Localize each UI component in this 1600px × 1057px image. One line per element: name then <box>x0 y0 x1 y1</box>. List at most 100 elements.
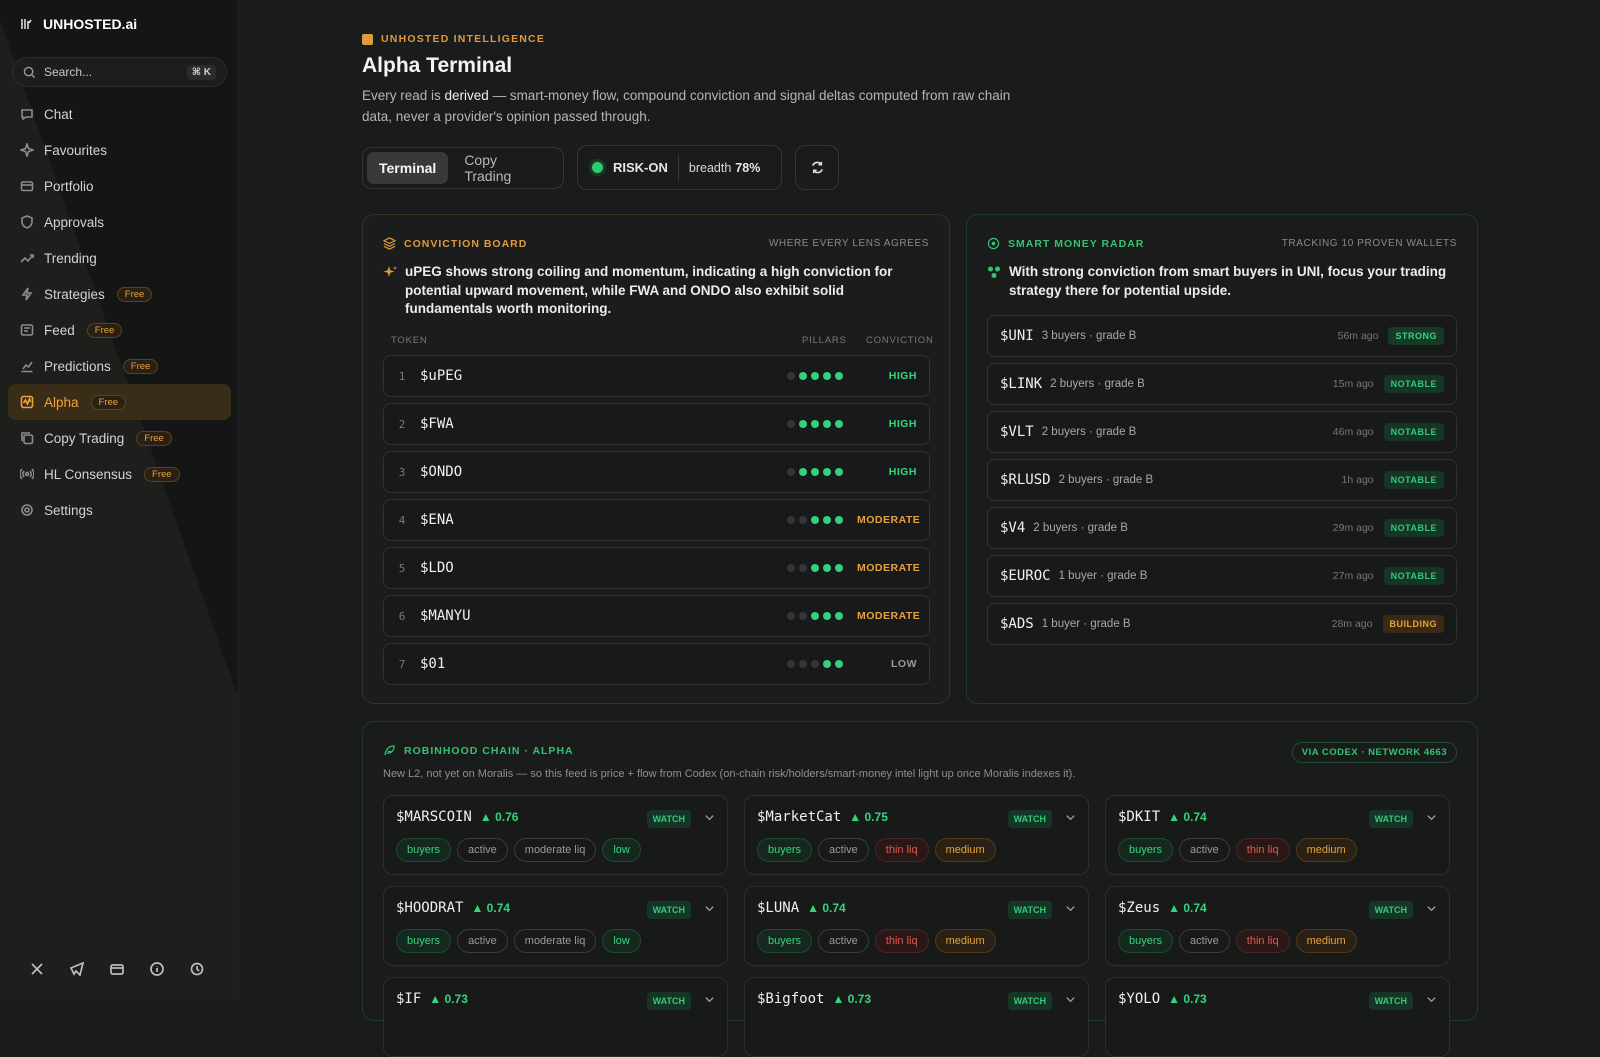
sidebar-item-predictions[interactable]: Predictions Free <box>8 348 231 384</box>
conviction-row[interactable]: 6 $MANYU MODERATE <box>383 595 930 637</box>
signal-chip: moderate liq <box>513 929 597 953</box>
signal-chips: buyers active thin liq medium <box>1118 838 1357 862</box>
free-badge: Free <box>116 286 153 302</box>
pillar-dot <box>799 564 807 572</box>
card-header: $LUNA ▲ 0.74 <box>757 900 846 916</box>
sidebar-item-chat[interactable]: Chat <box>8 96 231 132</box>
conviction-row[interactable]: 4 $ENA MODERATE <box>383 499 930 541</box>
wallet-icon[interactable] <box>108 960 126 978</box>
x-icon[interactable] <box>28 960 46 978</box>
token-card[interactable]: $Bigfoot ▲ 0.73 WATCH <box>744 977 1089 1057</box>
conviction-board: CONVICTION BOARD WHERE EVERY LENS AGREES… <box>362 214 950 704</box>
page-subtitle: Every read is derived — smart-money flow… <box>362 85 1022 127</box>
radar-row[interactable]: $VLT 2 buyers · grade B 46m ago NOTABLE <box>987 411 1457 453</box>
pillar-dot <box>811 660 819 668</box>
token-symbol: $uPEG <box>420 368 463 384</box>
token-card[interactable]: $IF ▲ 0.73 WATCH <box>383 977 728 1057</box>
token-symbol: $EUROC <box>1000 568 1051 584</box>
token-card[interactable]: $LUNA ▲ 0.74 WATCH buyers active thin liq medi… <box>744 886 1089 966</box>
pillar-dot <box>823 372 831 380</box>
pillar-dot <box>835 468 843 476</box>
signal-chip: low <box>602 929 641 953</box>
sidebar-item-strategies[interactable]: Strategies Free <box>8 276 231 312</box>
signal-chip: thin liq <box>874 838 929 862</box>
token-card[interactable]: $MARSCOIN ▲ 0.76 WATCH buyers active moderate… <box>383 795 728 875</box>
card-header: $MARSCOIN ▲ 0.76 <box>396 809 518 825</box>
token-symbol: $DKIT <box>1118 809 1161 825</box>
score: ▲ 0.76 <box>479 810 519 824</box>
chart-icon <box>20 359 34 373</box>
chevron-down-icon[interactable] <box>704 812 715 823</box>
signal-chip: buyers <box>757 838 813 862</box>
gear-icon <box>20 503 34 517</box>
pillar-dot <box>823 660 831 668</box>
pillar-dot <box>799 468 807 476</box>
timestamp: 46m ago <box>1332 426 1374 438</box>
tab-copy-trading[interactable]: Copy Trading <box>452 152 559 184</box>
refresh-icon <box>811 161 823 174</box>
radar-row[interactable]: $EUROC 1 buyer · grade B 27m ago NOTABLE <box>987 555 1457 597</box>
sidebar-item-alpha[interactable]: Alpha Free <box>8 384 231 420</box>
refresh-button[interactable] <box>795 145 839 190</box>
conviction-row[interactable]: 5 $LDO MODERATE <box>383 547 930 589</box>
buyer-meta: 3 buyers · grade B <box>1041 330 1137 342</box>
telegram-icon[interactable] <box>68 960 86 978</box>
score: ▲ 0.73 <box>832 992 872 1006</box>
watch-badge: WATCH <box>1007 810 1052 828</box>
sidebar-item-feed[interactable]: Feed Free <box>8 312 231 348</box>
conviction-row[interactable]: 7 $01 LOW <box>383 643 930 685</box>
breadth-label: breadth <box>688 160 732 175</box>
page-eyebrow: UNHOSTED INTELLIGENCE <box>362 33 545 45</box>
radar-row[interactable]: $UNI 3 buyers · grade B 56m ago STRONG <box>987 315 1457 357</box>
signal-chip: active <box>818 838 869 862</box>
sidebar-nav: Chat Favourites Portfolio Approvals Trending… <box>8 96 231 528</box>
chat-icon <box>20 107 34 121</box>
watch-badge: WATCH <box>1007 992 1052 1010</box>
card-header: $IF ▲ 0.73 <box>396 991 468 1007</box>
rank: 3 <box>398 465 406 479</box>
conviction-row[interactable]: 1 $uPEG HIGH <box>383 355 930 397</box>
timestamp: 1h ago <box>1341 474 1374 486</box>
sidebar-item-settings[interactable]: Settings <box>8 492 231 528</box>
radar-row[interactable]: $ADS 1 buyer · grade B 28m ago BUILDING <box>987 603 1457 645</box>
rank: 2 <box>398 417 406 431</box>
free-badge: Free <box>86 322 123 338</box>
sidebar-item-portfolio[interactable]: Portfolio <box>8 168 231 204</box>
chevron-down-icon[interactable] <box>1426 812 1437 823</box>
token-card[interactable]: $HOODRAT ▲ 0.74 WATCH buyers active moderate … <box>383 886 728 966</box>
watch-badge: WATCH <box>1368 901 1413 919</box>
token-card[interactable]: $MarketCat ▲ 0.75 WATCH buyers active thin li… <box>744 795 1089 875</box>
chevron-down-icon[interactable] <box>704 903 715 914</box>
signal-chip: active <box>818 929 869 953</box>
sidebar-item-approvals[interactable]: Approvals <box>8 204 231 240</box>
sidebar-item-favourites[interactable]: Favourites <box>8 132 231 168</box>
token-card[interactable]: $YOLO ▲ 0.73 WATCH <box>1105 977 1450 1057</box>
conviction-row[interactable]: 2 $FWA HIGH <box>383 403 930 445</box>
sidebar-item-hl-consensus[interactable]: HL Consensus Free <box>8 456 231 492</box>
token-card[interactable]: $DKIT ▲ 0.74 WATCH buyers active thin liq medi… <box>1105 795 1450 875</box>
pillar-dot <box>787 516 795 524</box>
conviction-level: HIGH <box>888 418 917 430</box>
tab-terminal[interactable]: Terminal <box>367 152 449 184</box>
breadth-value: 78% <box>735 160 761 175</box>
sidebar-item-trending[interactable]: Trending <box>8 240 231 276</box>
signal-chip: buyers <box>396 838 452 862</box>
info-icon[interactable] <box>148 960 166 978</box>
radar-row[interactable]: $LINK 2 buyers · grade B 15m ago NOTABLE <box>987 363 1457 405</box>
conviction-row[interactable]: 3 $ONDO HIGH <box>383 451 930 493</box>
radar-row[interactable]: $V4 2 buyers · grade B 29m ago NOTABLE <box>987 507 1457 549</box>
history-icon[interactable] <box>188 960 206 978</box>
card-header: $Zeus ▲ 0.74 <box>1118 900 1207 916</box>
radar-row[interactable]: $RLUSD 2 buyers · grade B 1h ago NOTABLE <box>987 459 1457 501</box>
token-card[interactable]: $Zeus ▲ 0.74 WATCH buyers active thin liq medi… <box>1105 886 1450 966</box>
card-header: $MarketCat ▲ 0.75 <box>757 809 888 825</box>
radar-icon <box>987 237 1000 250</box>
chevron-down-icon[interactable] <box>1065 812 1076 823</box>
chevron-down-icon[interactable] <box>1426 903 1437 914</box>
rank: 7 <box>398 657 406 671</box>
brand[interactable]: UNHOSTED.ai <box>20 16 137 32</box>
search-input[interactable]: Search... ⌘ K <box>12 57 227 87</box>
pillar-dot <box>835 612 843 620</box>
sidebar-item-copy-trading[interactable]: Copy Trading Free <box>8 420 231 456</box>
chevron-down-icon[interactable] <box>1065 903 1076 914</box>
